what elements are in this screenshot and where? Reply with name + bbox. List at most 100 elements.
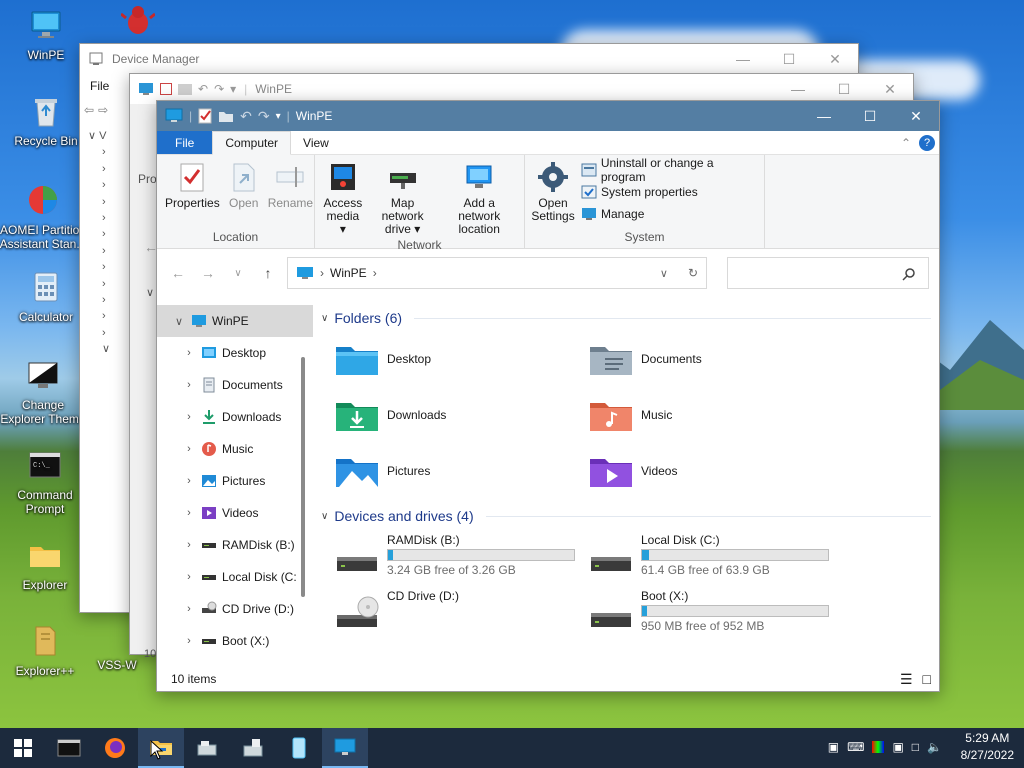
help-icon[interactable]: ? [919,131,935,154]
desktop-icon-vss[interactable]: VSS-W [72,658,162,672]
navigation-scrollbar[interactable] [301,357,305,597]
system-properties-button[interactable]: System properties [581,181,760,203]
maximize-button[interactable]: ☐ [847,101,893,131]
properties-icon[interactable] [198,108,212,124]
desktop-icon-bug[interactable] [93,4,183,44]
up-arrow-icon[interactable]: ↑ [257,265,279,281]
details-view-icon[interactable]: ☰ [900,671,913,688]
address-dropdown-icon[interactable]: ∨ [660,267,668,280]
chevron-right-icon[interactable]: › [181,347,197,359]
drive-tile[interactable]: Boot (X:) 950 MB free of 952 MB [575,585,829,641]
nav-tree-item[interactable]: › CD Drive (D:) [157,593,313,625]
taskbar-app-1[interactable] [184,728,230,768]
redo-icon[interactable]: ↷ [258,108,270,125]
chevron-down-icon[interactable]: ▾ [276,111,281,122]
new-folder-icon[interactable] [218,109,234,123]
search-input[interactable] [727,257,929,289]
add-network-location-button[interactable]: Add a network location [438,159,520,238]
color-icon[interactable] [872,741,885,753]
redo-icon[interactable]: ↷ [214,82,224,96]
chevron-right-icon[interactable]: › [181,411,197,423]
drive-tile[interactable]: CD Drive (D:) [321,585,575,641]
nav-tree-item[interactable]: › Downloads [157,401,313,433]
device-manager-titlebar[interactable]: Device Manager — ☐ ✕ [80,44,858,74]
undo-icon[interactable]: ↶ [240,108,252,125]
nav-tree-item[interactable]: › Pictures [157,465,313,497]
manage-button[interactable]: Manage [581,203,760,225]
folder-icon[interactable] [178,83,192,95]
chevron-right-icon[interactable]: › [181,539,197,551]
desktop-icon-change-theme[interactable]: Change Explorer Theme [0,358,88,426]
desktop-icon-command-prompt[interactable]: C:\_ Command Prompt [0,448,90,516]
folder-tile[interactable]: Documents [575,331,829,387]
nav-tree-item[interactable]: › Documents [157,369,313,401]
address-bar[interactable]: › WinPE › ∨ ↻ [287,257,707,289]
folder-tile[interactable]: Music [575,387,829,443]
clock[interactable]: 5:29 AM 8/27/2022 [961,730,1014,764]
undo-icon[interactable]: ↶ [198,82,208,96]
nav-tree-item[interactable]: › Music [157,433,313,465]
folder-tile[interactable]: Downloads [321,387,575,443]
properties-button[interactable]: Properties [161,159,224,230]
desktop-icon-winpe[interactable]: WinPE [1,8,91,62]
explorer-window[interactable]: | ↶ ↷ ▾ | WinPE — ☐ ✕ File Computer View… [156,100,940,692]
taskbar-app-2[interactable] [230,728,276,768]
chevron-right-icon[interactable]: › [181,635,197,647]
close-button[interactable]: ✕ [893,101,939,131]
open-settings-button[interactable]: Open Settings [529,159,577,230]
chevron-right-icon[interactable]: › [181,507,197,519]
back-arrow-icon[interactable]: ← [167,265,189,281]
chevron-down-icon[interactable]: ∨ [146,286,154,299]
nav-tree-item[interactable]: › RAMDisk (B:) [157,529,313,561]
network-status-icon[interactable]: □ [912,740,919,754]
chevron-right-icon[interactable]: › [181,379,197,391]
nav-tree-item[interactable]: ∨ WinPE [157,305,313,337]
uninstall-program-button[interactable]: Uninstall or change a program [581,156,760,184]
nav-tree-item[interactable]: › Boot (X:) [157,625,313,657]
desktop-icon-recycle-bin[interactable]: Recycle Bin [1,94,91,148]
tab-computer[interactable]: Computer [212,131,292,155]
large-icons-view-icon[interactable]: □ [923,671,931,687]
forward-arrow-icon[interactable]: ⇨ [98,103,108,117]
explorer-titlebar[interactable]: | ↶ ↷ ▾ | WinPE — ☐ ✕ [157,101,939,131]
drives-group-header[interactable]: ∨ Devices and drives (4) [321,503,931,529]
display-icon[interactable]: ▣ [892,740,903,754]
taskbar-command-prompt[interactable] [46,728,92,768]
chevron-down-icon[interactable]: ▾ [230,82,236,96]
taskbar-app-3[interactable] [276,728,322,768]
rename-button[interactable]: Rename [264,159,317,230]
desktop-icon-explorer[interactable]: Explorer [0,538,90,592]
maximize-button[interactable]: ☐ [766,44,812,74]
map-network-drive-button[interactable]: Map network drive ▾ [367,159,439,238]
properties-icon[interactable] [160,83,172,95]
chevron-right-icon[interactable]: › [181,443,197,455]
taskbar-computer[interactable] [322,728,368,768]
menu-file[interactable]: File [90,79,109,93]
folder-tile[interactable]: Videos [575,443,829,499]
volume-icon[interactable]: 🔈 [927,740,942,754]
minimize-button[interactable]: — [801,101,847,131]
forward-arrow-icon[interactable]: → [197,265,219,281]
folder-tile[interactable]: Desktop [321,331,575,387]
recent-locations-chevron-icon[interactable]: ∨ [227,268,249,279]
nav-tree-item[interactable]: › Desktop [157,337,313,369]
refresh-icon[interactable]: ↻ [688,266,698,280]
tab-view[interactable]: View [291,131,341,154]
keyboard-icon[interactable]: ⌨ [847,740,864,754]
minimize-button[interactable]: — [720,44,766,74]
nav-tree-item[interactable]: › Local Disk (C: [157,561,313,593]
open-button[interactable]: Open [224,159,264,230]
desktop-icon-aomei[interactable]: AOMEI Partition Assistant Stan... [0,183,88,251]
access-media-button[interactable]: Access media ▾ [319,159,367,238]
desktop-icon-calculator[interactable]: Calculator [1,270,91,324]
close-button[interactable]: ✕ [812,44,858,74]
network-icon[interactable]: ▣ [828,740,839,754]
start-button[interactable] [0,728,46,768]
chevron-right-icon[interactable]: › [181,475,197,487]
chevron-down-icon[interactable]: ∨ [171,315,187,328]
chevron-right-icon[interactable]: › [181,603,197,615]
folder-tile[interactable]: Pictures [321,443,575,499]
tab-file[interactable]: File [157,131,213,154]
collapse-ribbon-icon[interactable]: ⌃ [901,131,919,154]
taskbar-firefox[interactable] [92,728,138,768]
